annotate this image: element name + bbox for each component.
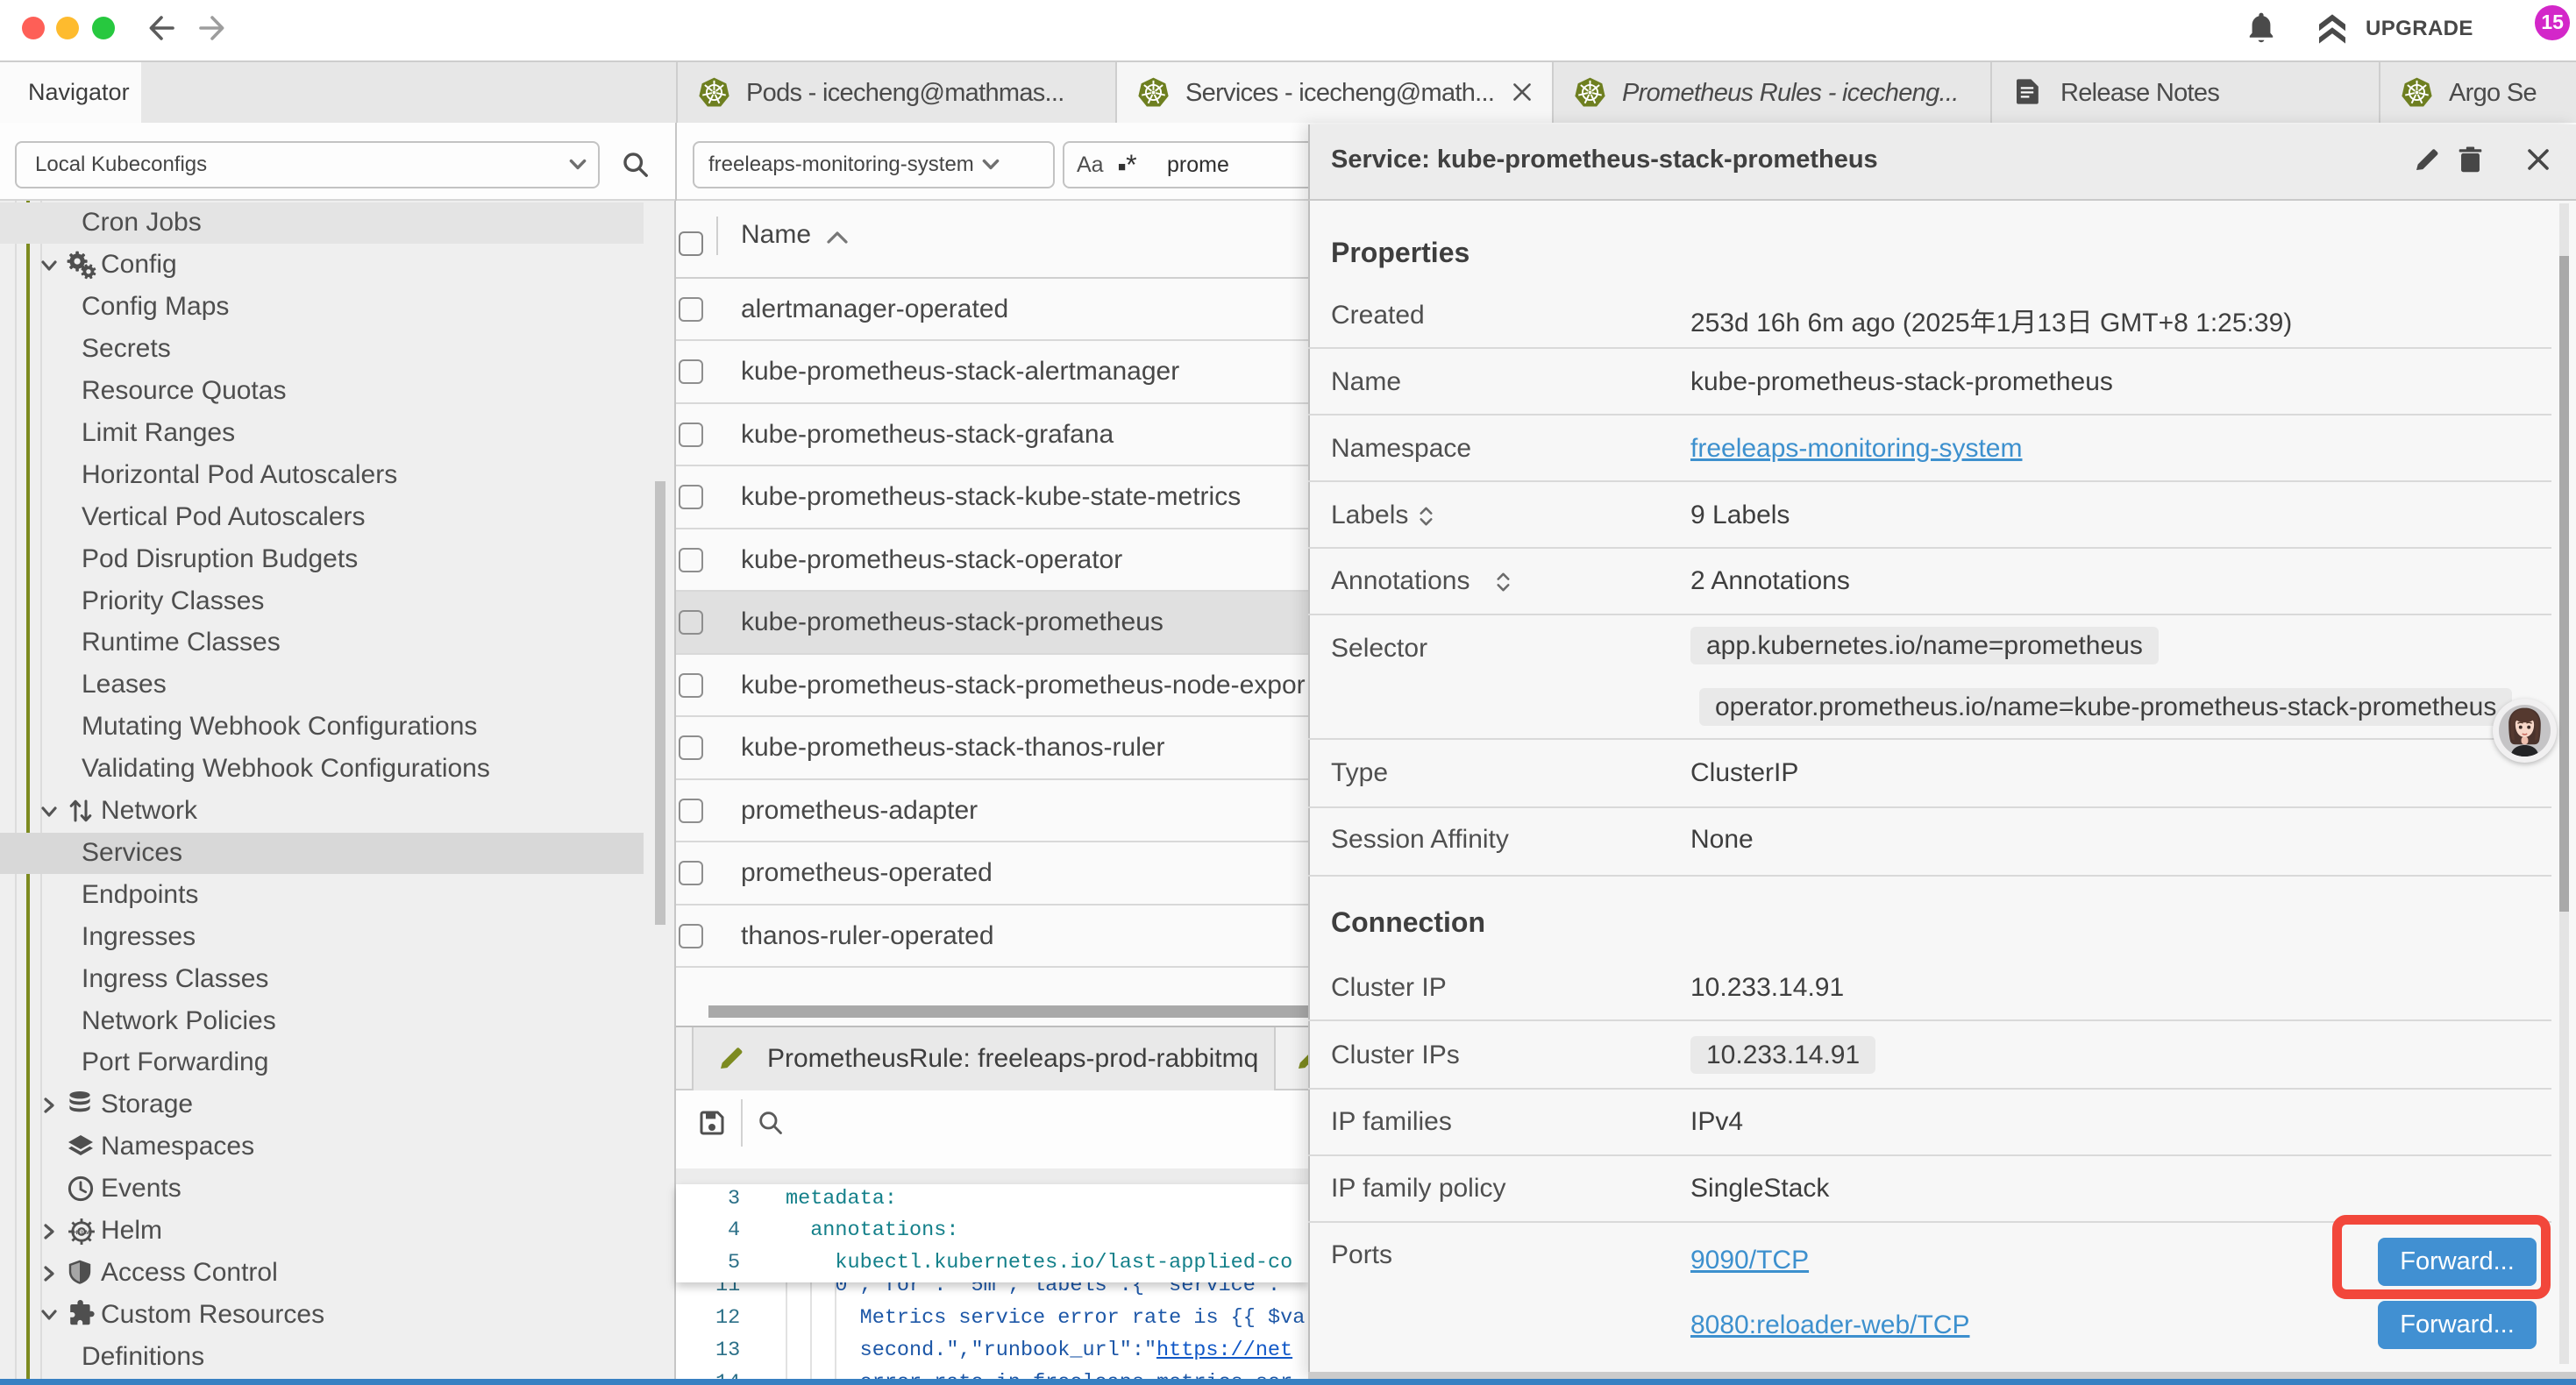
svg-text:HELM: HELM: [73, 1230, 90, 1236]
